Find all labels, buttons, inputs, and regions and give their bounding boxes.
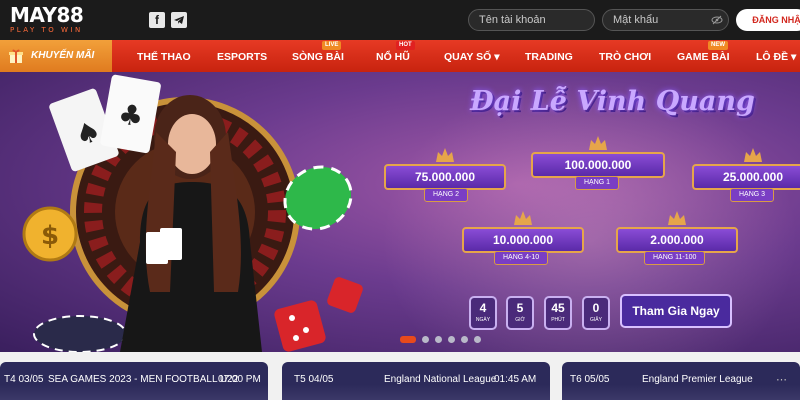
brand-name: MAY88	[10, 3, 84, 27]
password-input[interactable]	[602, 9, 729, 31]
prize-amount: 75.000.000	[414, 170, 476, 184]
prize-rank-label: HẠNG 1	[575, 176, 620, 190]
prize-rank-3: 25.000.000 HẠNG 3	[692, 148, 800, 204]
casino-artwork: ♠ ♣ $	[22, 74, 363, 352]
hot-badge: HOT	[396, 41, 415, 50]
more-icon[interactable]: ⋯	[776, 373, 787, 386]
nav-item-games[interactable]: TRÒ CHƠI	[599, 51, 651, 63]
match-date: T4 03/05	[4, 374, 44, 385]
telegram-icon[interactable]	[171, 12, 187, 28]
prize-rank-label: HẠNG 4-10	[494, 251, 549, 265]
prize-amount: 100.000.000	[564, 158, 632, 172]
crown-icon	[514, 211, 532, 225]
nav-item-trading[interactable]: TRADING	[525, 51, 573, 63]
match-league: SEA GAMES 2023 - MEN FOOTBALL U22	[48, 374, 239, 385]
carousel-dot[interactable]	[448, 336, 455, 343]
username-input[interactable]	[468, 9, 595, 31]
nav-item-lotto[interactable]: LÔ ĐỀ ▾	[756, 51, 796, 63]
logo[interactable]: MAY88 PLAY TO WIN	[10, 4, 120, 38]
nav-item-esports[interactable]: ESPORTS	[217, 51, 267, 63]
nav-item-casino[interactable]: SÒNG BÀI	[292, 51, 344, 63]
nav-item-slots[interactable]: NỔ HŨ	[376, 51, 410, 63]
promo-label: KHUYẾN MÃI	[31, 50, 95, 61]
match-league: England Premier League	[642, 374, 753, 385]
crown-icon	[668, 211, 686, 225]
prize-amount: 2.000.000	[650, 233, 704, 247]
match-date: T6 05/05	[570, 374, 610, 385]
prize-rank-1: 100.000.000 HẠNG 1	[531, 136, 665, 192]
prize-rank-11-100: 2.000.000 HẠNG 11-100	[616, 211, 738, 267]
prize-rank-label: HẠNG 3	[730, 188, 775, 202]
match-date: T5 04/05	[294, 374, 334, 385]
carousel-dot[interactable]	[461, 336, 468, 343]
prize-rank-4-10: 10.000.000 HẠNG 4-10	[462, 211, 584, 267]
carousel-dot[interactable]	[435, 336, 442, 343]
countdown-days: 4 NGÀY	[469, 296, 497, 330]
promo-tab[interactable]: KHUYẾN MÃI	[0, 40, 112, 72]
brand-tagline: PLAY TO WIN	[10, 26, 83, 34]
hero-banner[interactable]: ♠ ♣ $ Đại Lễ Vinh Quang 100.000.000 HẠNG…	[0, 72, 800, 352]
crown-icon	[436, 148, 454, 162]
nav-item-lottery[interactable]: QUAY SỐ ▾	[444, 51, 499, 63]
event-title: Đại Lễ Vinh Quang	[470, 86, 755, 117]
carousel-dot[interactable]	[400, 336, 416, 343]
svg-text:$: $	[41, 221, 59, 251]
prize-amount: 10.000.000	[492, 233, 554, 247]
nav-item-card-games[interactable]: GAME BÀI	[677, 51, 730, 63]
login-button[interactable]: ĐĂNG NHẬP	[736, 9, 800, 31]
match-time: 01:45 AM	[494, 374, 537, 385]
crown-icon	[589, 136, 607, 150]
facebook-icon[interactable]: f	[149, 12, 165, 28]
eye-hidden-icon[interactable]	[711, 14, 723, 26]
new-badge: NEW	[708, 41, 728, 50]
match-card[interactable]: T4 03/05 SEA GAMES 2023 - MEN FOOTBALL U…	[0, 362, 268, 400]
prize-rank-label: HẠNG 2	[424, 188, 469, 202]
live-badge: LIVE	[322, 41, 342, 50]
prize-amount: 25.000.000	[722, 170, 784, 184]
crown-icon	[744, 148, 762, 162]
nav-item-sports[interactable]: THỂ THAO	[137, 51, 191, 63]
carousel-dot[interactable]	[474, 336, 481, 343]
match-card[interactable]: T6 05/05 England Premier League ⋯	[562, 362, 800, 400]
carousel-dot[interactable]	[422, 336, 429, 343]
match-league: England National League	[384, 374, 497, 385]
match-time: 07:00 PM	[218, 374, 261, 385]
match-card[interactable]: T5 04/05 England National League 01:45 A…	[282, 362, 550, 400]
countdown-minutes: 45 PHÚT	[544, 296, 572, 330]
countdown-hours: 5 GIỜ	[506, 296, 534, 330]
gift-icon	[9, 49, 23, 63]
prize-rank-label: HẠNG 11-100	[644, 251, 706, 265]
countdown-seconds: 0 GIÂY	[582, 296, 610, 330]
join-now-button[interactable]: Tham Gia Ngay	[620, 294, 732, 328]
prize-rank-2: 75.000.000 HẠNG 2	[384, 148, 506, 204]
